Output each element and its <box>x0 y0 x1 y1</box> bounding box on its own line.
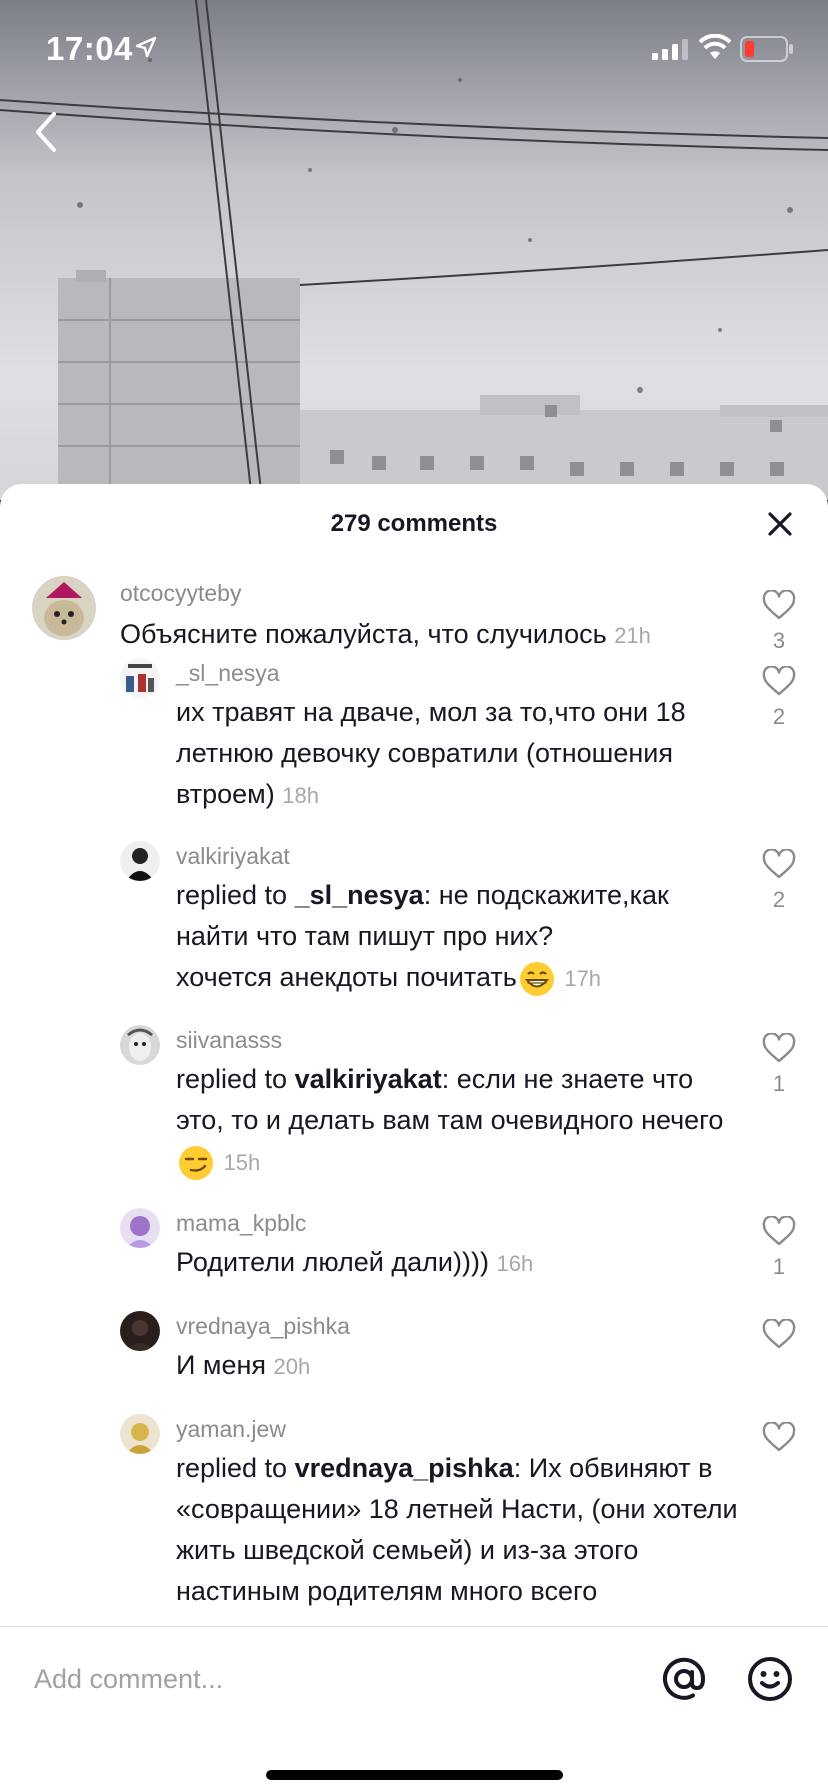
grinning-emoji-icon <box>519 961 554 996</box>
comment-username[interactable]: mama_kpblc <box>176 1210 306 1237</box>
comment-text: И меня 20h <box>176 1350 311 1380</box>
comments-list[interactable]: otcocyyteby Объясните пожалуйста, что сл… <box>0 564 828 1626</box>
at-sign-icon <box>663 1657 706 1700</box>
like-button[interactable]: 2 <box>761 849 797 913</box>
location-arrow-icon <box>135 36 157 63</box>
comment-input[interactable] <box>34 1657 634 1701</box>
heart-outline-icon <box>762 849 796 879</box>
smirking-emoji-icon <box>179 1145 213 1180</box>
status-bar: 17:04 <box>0 0 828 100</box>
avatar[interactable] <box>120 1311 160 1351</box>
heart-outline-icon <box>762 1422 796 1452</box>
comments-count-title: 279 comments <box>330 510 498 537</box>
mention-button[interactable] <box>660 1655 708 1708</box>
comment-time: 17h <box>564 966 602 991</box>
avatar[interactable] <box>120 1025 160 1065</box>
home-indicator <box>266 1770 563 1780</box>
chevron-left-icon <box>36 112 56 152</box>
like-button[interactable]: 2 <box>761 666 797 730</box>
smiley-icon <box>748 1657 792 1701</box>
avatar[interactable] <box>120 1414 160 1454</box>
heart-outline-icon <box>762 590 796 620</box>
comment-time: 21h <box>614 623 651 648</box>
back-button[interactable] <box>30 108 70 156</box>
like-button[interactable]: 3 <box>761 590 797 654</box>
avatar[interactable] <box>120 841 160 881</box>
avatar[interactable] <box>120 658 160 698</box>
comment-input-bar <box>0 1626 828 1792</box>
comment-time: 16h <box>496 1251 534 1276</box>
comment-text: их травят на дваче, мол за то,что они 18… <box>176 697 686 809</box>
comment-time: 15h <box>223 1150 261 1175</box>
avatar[interactable] <box>120 1208 160 1248</box>
like-count: 1 <box>772 1254 786 1279</box>
comment-username[interactable]: yaman.jew <box>176 1416 286 1443</box>
heart-outline-icon <box>762 1319 796 1349</box>
wifi-icon <box>698 33 732 65</box>
status-time: 17:04 <box>46 30 133 67</box>
like-count: 3 <box>772 628 786 653</box>
heart-outline-icon <box>762 666 796 696</box>
reply-mention[interactable]: vrednaya_pishka <box>295 1453 514 1483</box>
avatar[interactable] <box>32 576 96 640</box>
cellular-signal-icon <box>652 38 688 65</box>
like-count: 2 <box>772 704 786 729</box>
comment-text: replied to _sl_nesya: не подскажите,как … <box>176 875 746 999</box>
comment-time: 18h <box>282 783 319 808</box>
reply-mention[interactable]: valkiriyakat <box>295 1064 442 1094</box>
comment-username[interactable]: _sl_nesya <box>176 660 280 687</box>
comment-text: replied to vrednaya_pishka: Их обвиняют … <box>176 1453 738 1606</box>
like-button[interactable]: 1 <box>761 1033 797 1097</box>
like-button[interactable]: 1 <box>761 1216 797 1280</box>
like-count: 1 <box>772 1071 786 1096</box>
comment-text: Родители люлей дали)))) 16h <box>176 1247 534 1277</box>
close-icon <box>768 512 792 536</box>
reply-mention[interactable]: _sl_nesya <box>295 880 424 910</box>
comment-username[interactable]: siivanasss <box>176 1027 282 1054</box>
like-button[interactable] <box>761 1422 797 1452</box>
comment-username[interactable]: vrednaya_pishka <box>176 1313 350 1340</box>
comment-username[interactable]: otcocyyteby <box>120 580 241 607</box>
comment-text: replied to valkiriyakat: если не знаете … <box>176 1059 746 1183</box>
close-button[interactable] <box>766 510 794 538</box>
comments-sheet: 279 comments otcocyyteby Объясните пожал… <box>0 484 828 1792</box>
emoji-button[interactable] <box>746 1655 794 1708</box>
battery-low-icon <box>740 36 794 67</box>
heart-outline-icon <box>762 1216 796 1246</box>
comment-username[interactable]: valkiriyakat <box>176 843 290 870</box>
like-button[interactable] <box>761 1319 797 1349</box>
like-count: 2 <box>772 887 786 912</box>
comment-time: 20h <box>273 1354 311 1379</box>
heart-outline-icon <box>762 1033 796 1063</box>
comment-text: Объясните пожалуйста, что случилось 21h <box>120 619 651 649</box>
